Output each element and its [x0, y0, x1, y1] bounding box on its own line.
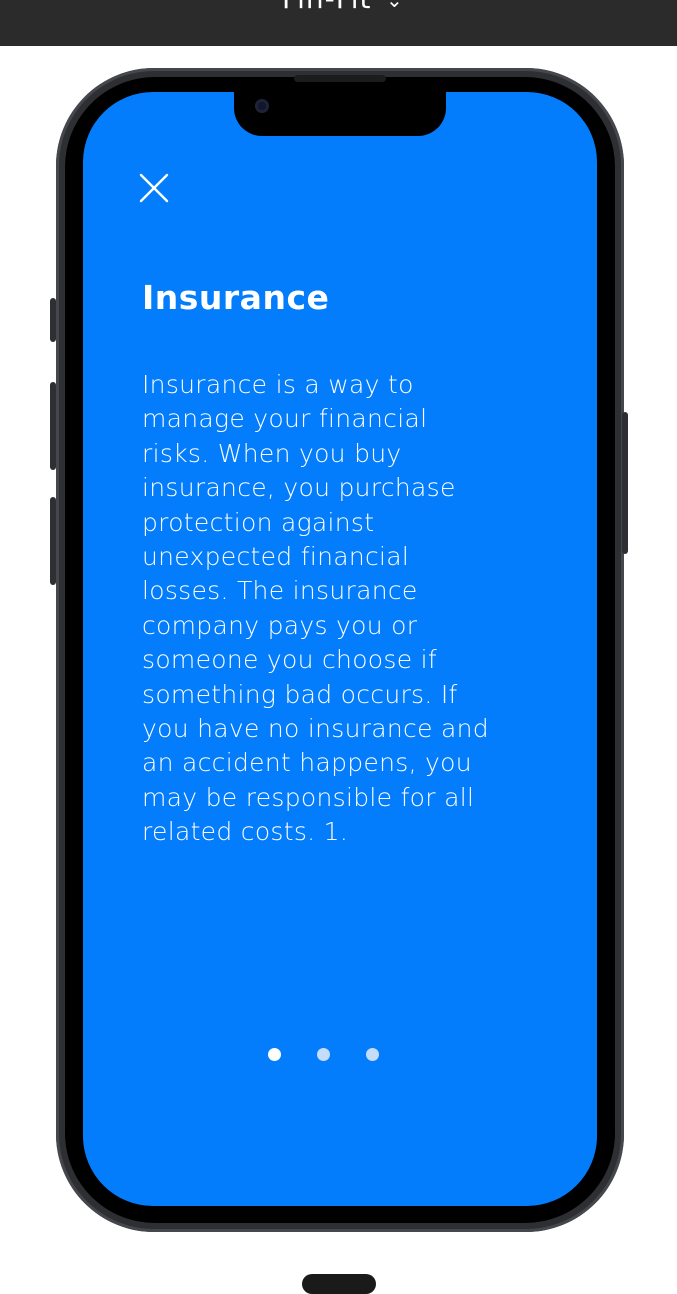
app-title: Fin-Fit [282, 0, 372, 15]
pagination-dot[interactable] [268, 1048, 281, 1061]
volume-up-button [50, 382, 56, 470]
volume-down-button [50, 497, 56, 585]
pagination-dot[interactable] [317, 1048, 330, 1061]
silent-switch [50, 298, 56, 342]
close-icon [139, 173, 169, 203]
page-title: Insurance [142, 278, 330, 317]
speaker-grille [294, 75, 386, 82]
description-text: Insurance is a way to manage your financ… [142, 370, 489, 847]
power-button [622, 412, 628, 554]
top-bar: Fin-Fit ⌄ [0, 0, 677, 46]
chevron-down-icon[interactable]: ⌄ [386, 0, 403, 12]
pagination-dots [262, 1048, 392, 1064]
close-button[interactable] [138, 172, 170, 204]
front-camera [255, 99, 269, 113]
pagination-dot[interactable] [366, 1048, 379, 1061]
home-indicator [302, 1274, 376, 1294]
